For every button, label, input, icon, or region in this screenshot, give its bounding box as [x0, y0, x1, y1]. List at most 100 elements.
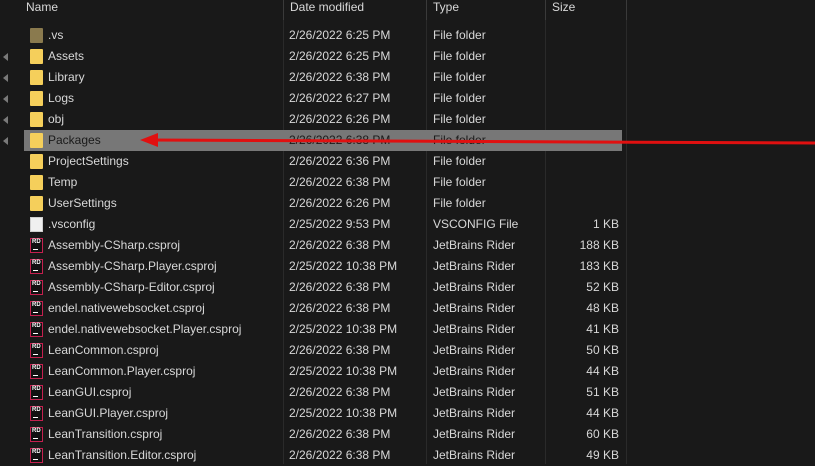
file-name: obj [48, 112, 65, 126]
file-size: 44 KB [586, 406, 619, 420]
file-size: 49 KB [586, 448, 619, 462]
file-row[interactable]: RD endel.nativewebsocket.Player.csproj 2/2… [24, 319, 622, 340]
file-type: JetBrains Rider [433, 259, 516, 273]
rider-icon: RD [30, 238, 43, 253]
file-size [544, 46, 619, 67]
file-type: File folder [433, 91, 486, 105]
file-type: JetBrains Rider [433, 427, 516, 441]
expand-arrow-icon[interactable] [3, 95, 8, 103]
file-date-modified: 2/26/2022 6:38 PM [289, 448, 391, 462]
expand-arrow-icon[interactable] [3, 137, 8, 145]
rider-icon-label: RD [32, 449, 41, 455]
file-row[interactable]: Temp 2/26/2022 6:38 PM File folder [24, 172, 622, 193]
rider-icon: RD [30, 259, 43, 274]
file-row[interactable]: RD Assembly-CSharp-Editor.csproj 2/26/2022… [24, 277, 622, 298]
file-row[interactable]: RD Assembly-CSharp.csproj 2/26/2022 6:38 P… [24, 235, 622, 256]
column-header-size[interactable]: Size [546, 0, 626, 20]
file-row[interactable]: RD LeanGUI.Player.csproj 2/25/2022 10:38 P… [24, 403, 622, 424]
rider-icon-label: RD [32, 407, 41, 413]
rider-icon: RD [30, 364, 43, 379]
file-type: JetBrains Rider [433, 364, 516, 378]
file-row[interactable]: RD LeanGUI.csproj 2/26/2022 6:38 PM JetBrai… [24, 382, 622, 403]
file-size [544, 67, 619, 88]
file-name: UserSettings [48, 196, 117, 210]
column-header-name[interactable]: Name [20, 0, 282, 20]
file-size [544, 172, 619, 193]
file-name: Packages [48, 133, 101, 147]
column-divider[interactable] [626, 0, 627, 20]
rider-icon-label: RD [32, 239, 41, 245]
file-row[interactable]: UserSettings 2/26/2022 6:26 PM File folder [24, 193, 622, 214]
rider-icon-label: RD [32, 428, 41, 434]
expand-arrow-icon[interactable] [3, 53, 8, 61]
file-name: LeanTransition.csproj [48, 427, 163, 441]
file-row[interactable]: RD LeanTransition.csproj 2/26/2022 6:38 PM… [24, 424, 622, 445]
file-date-modified: 2/25/2022 10:38 PM [289, 406, 398, 420]
file-name: Assembly-CSharp.Player.csproj [48, 259, 217, 273]
file-row[interactable]: .vs 2/26/2022 6:25 PM File folder [24, 25, 622, 46]
expand-arrow-icon[interactable] [3, 74, 8, 82]
file-size: 183 KB [579, 259, 619, 273]
file-date-modified: 2/26/2022 6:26 PM [289, 112, 391, 126]
file-row[interactable]: RD endel.nativewebsocket.csproj 2/26/2022 … [24, 298, 622, 319]
file-row[interactable]: Packages 2/26/2022 6:38 PM File folder [24, 130, 622, 151]
file-type: File folder [433, 133, 486, 147]
file-size: 52 KB [586, 280, 619, 294]
rider-icon-label: RD [32, 365, 41, 371]
file-row[interactable]: obj 2/26/2022 6:26 PM File folder [24, 109, 622, 130]
file-type: JetBrains Rider [433, 238, 516, 252]
rider-icon: RD [30, 385, 43, 400]
file-type: File folder [433, 49, 486, 63]
file-size [544, 25, 619, 46]
file-date-modified: 2/26/2022 6:25 PM [289, 28, 391, 42]
rider-icon-label: RD [32, 323, 41, 329]
file-size: 188 KB [579, 238, 619, 252]
column-header-bar: Name Date modified Type Size [20, 0, 815, 20]
file-type: JetBrains Rider [433, 343, 516, 357]
file-type: VSCONFIG File [433, 217, 519, 231]
folder-icon [30, 70, 43, 85]
file-row[interactable]: .vsconfig 2/25/2022 9:53 PM VSCONFIG File 1… [24, 214, 622, 235]
file-row[interactable]: Library 2/26/2022 6:38 PM File folder [24, 67, 622, 88]
folder-icon [30, 154, 43, 169]
file-row[interactable]: ProjectSettings 2/26/2022 6:36 PM File fol… [24, 151, 622, 172]
file-name: Logs [48, 91, 75, 105]
file-size [544, 88, 619, 109]
file-size [544, 130, 619, 151]
folder-icon [30, 49, 43, 64]
file-row[interactable]: Logs 2/26/2022 6:27 PM File folder [24, 88, 622, 109]
file-size: 60 KB [586, 427, 619, 441]
file-size [544, 193, 619, 214]
column-header-date[interactable]: Date modified [284, 0, 426, 20]
rider-icon: RD [30, 406, 43, 421]
file-name: ProjectSettings [48, 154, 129, 168]
folder-dark-icon [30, 28, 43, 43]
folder-icon [30, 196, 43, 211]
file-row[interactable]: Assets 2/26/2022 6:25 PM File folder [24, 46, 622, 67]
folder-icon [30, 175, 43, 190]
rider-icon-label: RD [32, 260, 41, 266]
file-row[interactable]: RD LeanTransition.Editor.csproj 2/26/2022 … [24, 445, 622, 466]
rider-icon: RD [30, 301, 43, 316]
file-type: JetBrains Rider [433, 322, 516, 336]
file-type: JetBrains Rider [433, 406, 516, 420]
column-header-type[interactable]: Type [427, 0, 545, 20]
file-date-modified: 2/26/2022 6:38 PM [289, 133, 391, 147]
file-size [544, 151, 619, 172]
file-date-modified: 2/25/2022 10:38 PM [289, 364, 398, 378]
file-size [544, 109, 619, 130]
rider-icon: RD [30, 280, 43, 295]
column-divider-line [626, 20, 627, 464]
file-date-modified: 2/26/2022 6:38 PM [289, 280, 391, 294]
file-name: LeanTransition.Editor.csproj [48, 448, 197, 462]
file-row[interactable]: RD LeanCommon.Player.csproj 2/25/2022 10:3… [24, 361, 622, 382]
file-type: JetBrains Rider [433, 301, 516, 315]
file-name: LeanGUI.csproj [48, 385, 132, 399]
file-size: 1 KB [592, 217, 619, 231]
file-name: LeanCommon.Player.csproj [48, 364, 196, 378]
expand-arrow-icon[interactable] [3, 116, 8, 124]
file-row[interactable]: RD LeanCommon.csproj 2/26/2022 6:38 PM JetB… [24, 340, 622, 361]
file-row[interactable]: RD Assembly-CSharp.Player.csproj 2/25/2022… [24, 256, 622, 277]
file-name: endel.nativewebsocket.Player.csproj [48, 322, 242, 336]
rider-icon: RD [30, 427, 43, 442]
